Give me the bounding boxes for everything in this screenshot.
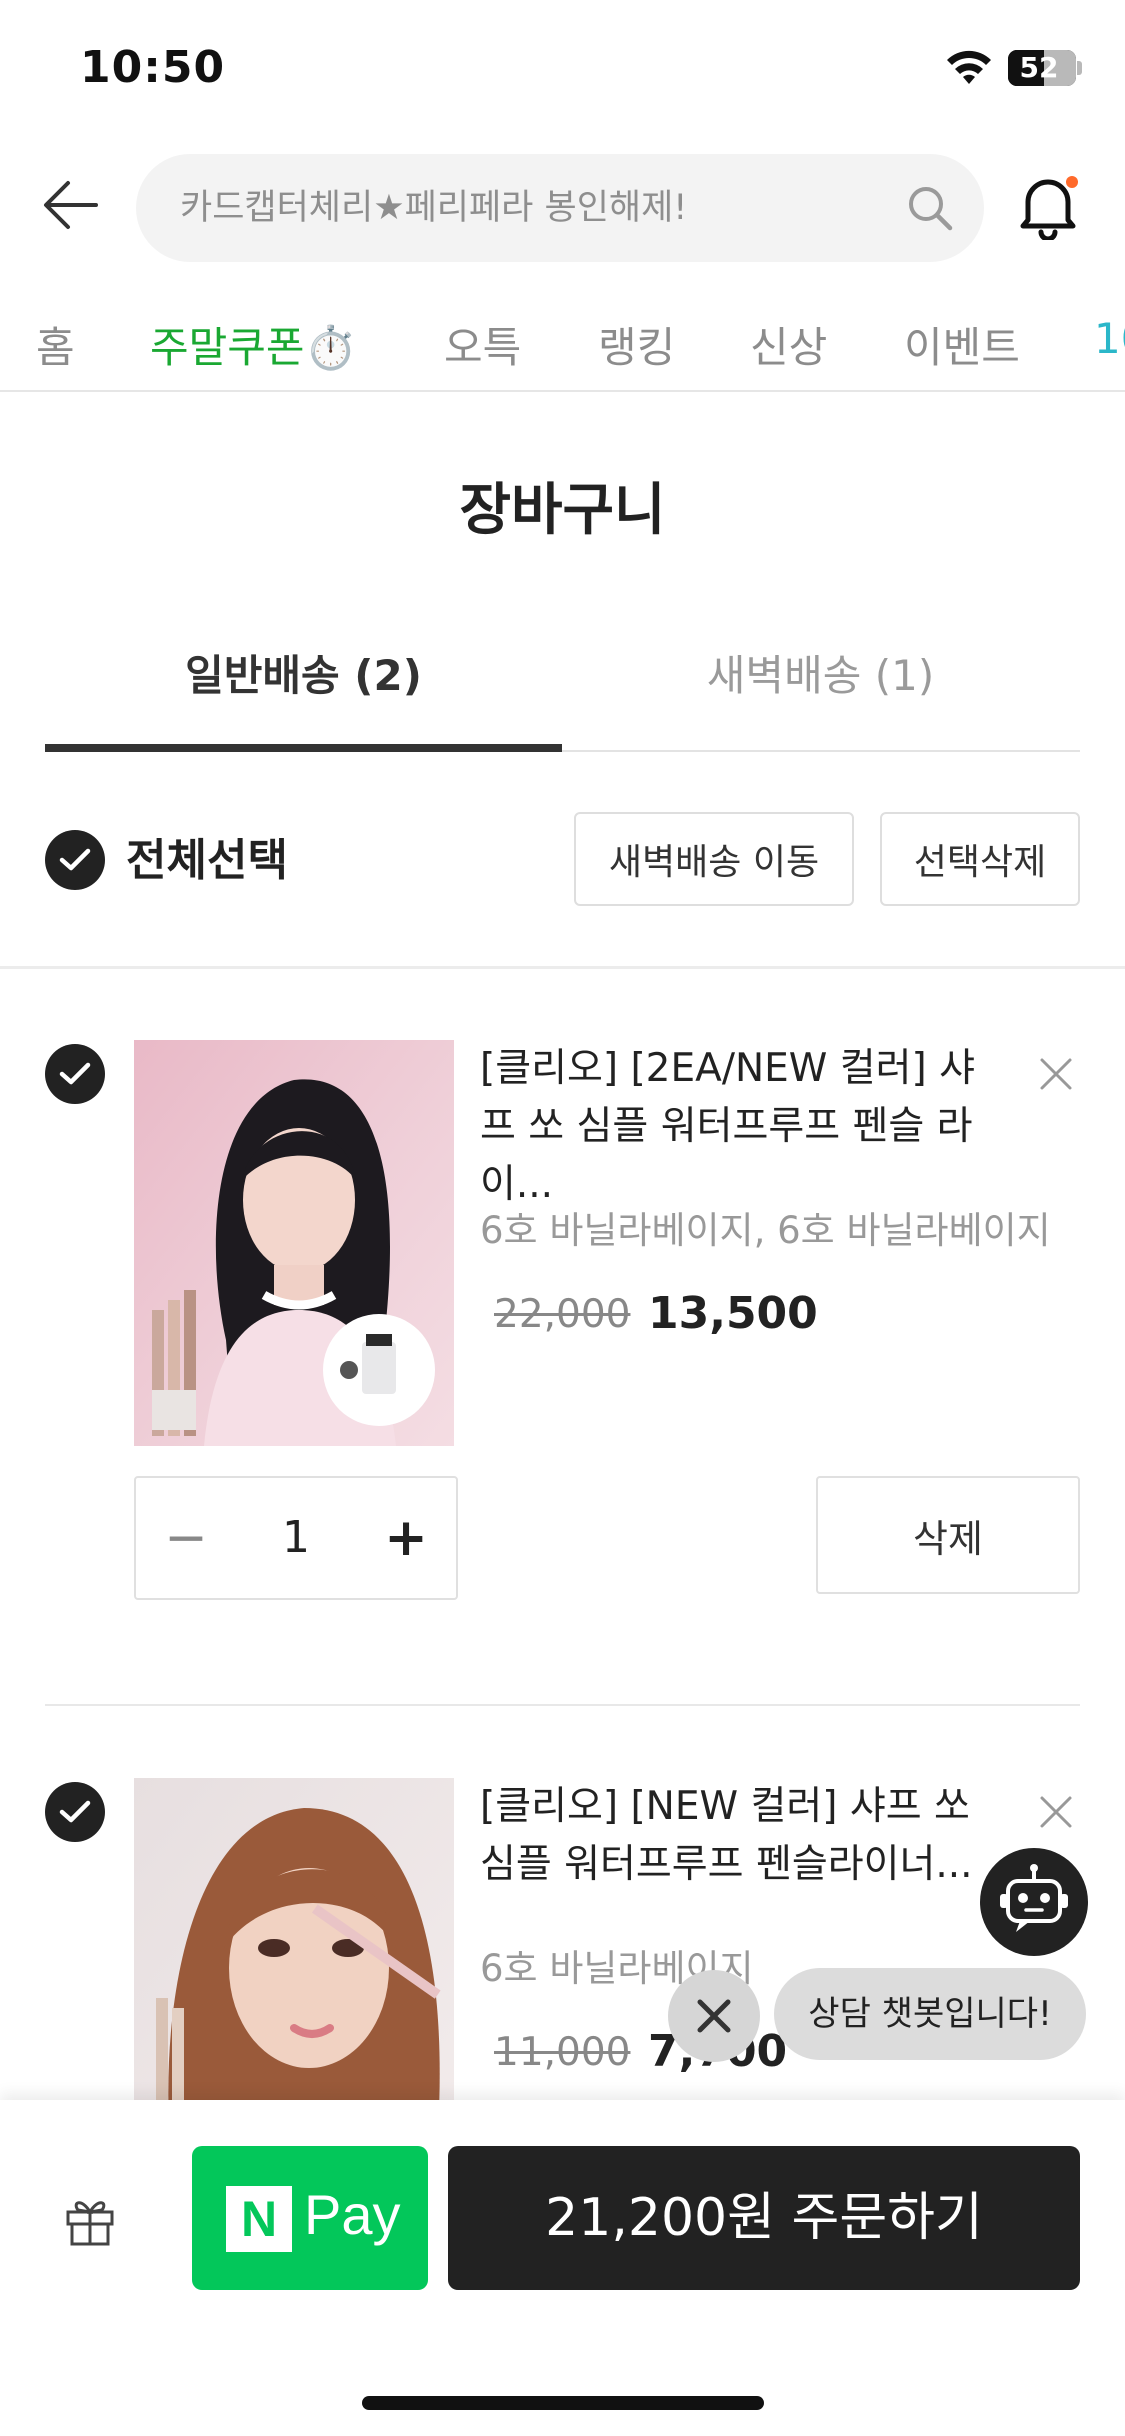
back-arrow-icon[interactable]	[36, 170, 106, 240]
delivery-tabs: 일반배송 (2) 새벽배송 (1)	[45, 640, 1080, 752]
product-option: 6호 바닐라베이지, 6호 바닐라베이지	[480, 1209, 1051, 1252]
check-icon	[59, 848, 91, 871]
active-tab-indicator	[45, 744, 562, 752]
naver-pay-button[interactable]: N Pay	[192, 2146, 428, 2290]
page-title: 장바구니	[459, 478, 666, 543]
category-home[interactable]: 홈	[36, 314, 75, 375]
search-header	[0, 140, 1125, 280]
original-price: 11,000	[494, 2030, 631, 2075]
notification-badge	[1066, 176, 1078, 188]
category-event[interactable]: 이벤트	[904, 314, 1020, 375]
category-ten[interactable]: 10	[1094, 314, 1125, 363]
battery-nub	[1077, 61, 1082, 75]
gift-icon[interactable]	[62, 2192, 118, 2248]
select-all-checkbox[interactable]	[45, 830, 105, 890]
delete-item-button[interactable]: 삭제	[816, 1476, 1080, 1594]
product-image[interactable]	[134, 1778, 454, 2100]
category-nav: 홈 주말쿠폰⏱️ 오특 랭킹 신상 이벤트 10	[0, 300, 1125, 392]
tab-dawn-delivery[interactable]: 새벽배송 (1)	[562, 640, 1079, 752]
bottom-order-bar: N Pay 21,200원 주문하기	[0, 2100, 1125, 2436]
delete-selected-button[interactable]: 선택삭제	[880, 812, 1080, 906]
status-time: 10:50	[80, 42, 226, 93]
move-to-dawn-button[interactable]: 새벽배송 이동	[574, 812, 854, 906]
cart-item: [클리오] [2EA/NEW 컬러] 샤프 쏘 심플 워터프루프 펜슬 라이..…	[0, 1040, 1125, 1660]
item-checkbox[interactable]	[45, 1044, 105, 1104]
battery-level: 52	[1019, 51, 1059, 84]
chatbot-button[interactable]	[980, 1848, 1088, 1956]
quantity-stepper: − 1 +	[134, 1476, 458, 1600]
battery-icon: 52	[1008, 50, 1076, 86]
original-price: 22,000	[494, 1292, 631, 1337]
select-all-row: 전체선택 새벽배송 이동 선택삭제	[0, 810, 1125, 910]
check-icon	[59, 1062, 91, 1085]
search-bar[interactable]	[136, 154, 984, 262]
notification-button[interactable]	[1016, 170, 1080, 242]
robot-icon	[1000, 1864, 1068, 1932]
status-bar: 10:50 52	[0, 0, 1125, 140]
category-new[interactable]: 신상	[750, 314, 827, 375]
remove-item-icon[interactable]	[1036, 1792, 1076, 1832]
category-weekend-coupon[interactable]: 주말쿠폰⏱️	[150, 314, 357, 375]
naver-pay-label: Pay	[304, 2183, 401, 2246]
search-icon[interactable]	[904, 182, 956, 234]
order-button[interactable]: 21,200원 주문하기	[448, 2146, 1080, 2290]
check-icon	[59, 1800, 91, 1823]
product-title[interactable]: [클리오] [2EA/NEW 컬러] 샤프 쏘 심플 워터프루프 펜슬 라이..…	[480, 1040, 1000, 1214]
home-indicator	[362, 2396, 764, 2410]
category-ranking[interactable]: 랭킹	[598, 314, 675, 375]
chatbot-close-button[interactable]	[668, 1970, 760, 2062]
close-icon	[697, 1999, 731, 2033]
quantity-increase-button[interactable]: +	[356, 1478, 456, 1598]
sale-price: 13,500	[648, 1288, 818, 1339]
quantity-decrease-button[interactable]: −	[136, 1478, 236, 1598]
product-title[interactable]: [클리오] [NEW 컬러] 샤프 쏘 심플 워터프루프 펜슬라이너...	[480, 1778, 1000, 1894]
section-divider	[0, 966, 1125, 969]
product-image[interactable]	[134, 1040, 454, 1446]
tab-standard-delivery[interactable]: 일반배송 (2)	[45, 640, 562, 752]
quantity-value: 1	[282, 1512, 310, 1563]
select-all-label: 전체선택	[126, 835, 288, 886]
category-today-special[interactable]: 오특	[444, 314, 521, 375]
chatbot-bubble[interactable]: 상담 챗봇입니다!	[774, 1968, 1086, 2060]
remove-item-icon[interactable]	[1036, 1054, 1076, 1094]
naver-pay-logo: N	[226, 2186, 292, 2252]
wifi-icon	[947, 50, 991, 84]
item-checkbox[interactable]	[45, 1782, 105, 1842]
search-input[interactable]	[180, 154, 860, 262]
item-divider	[45, 1704, 1080, 1706]
